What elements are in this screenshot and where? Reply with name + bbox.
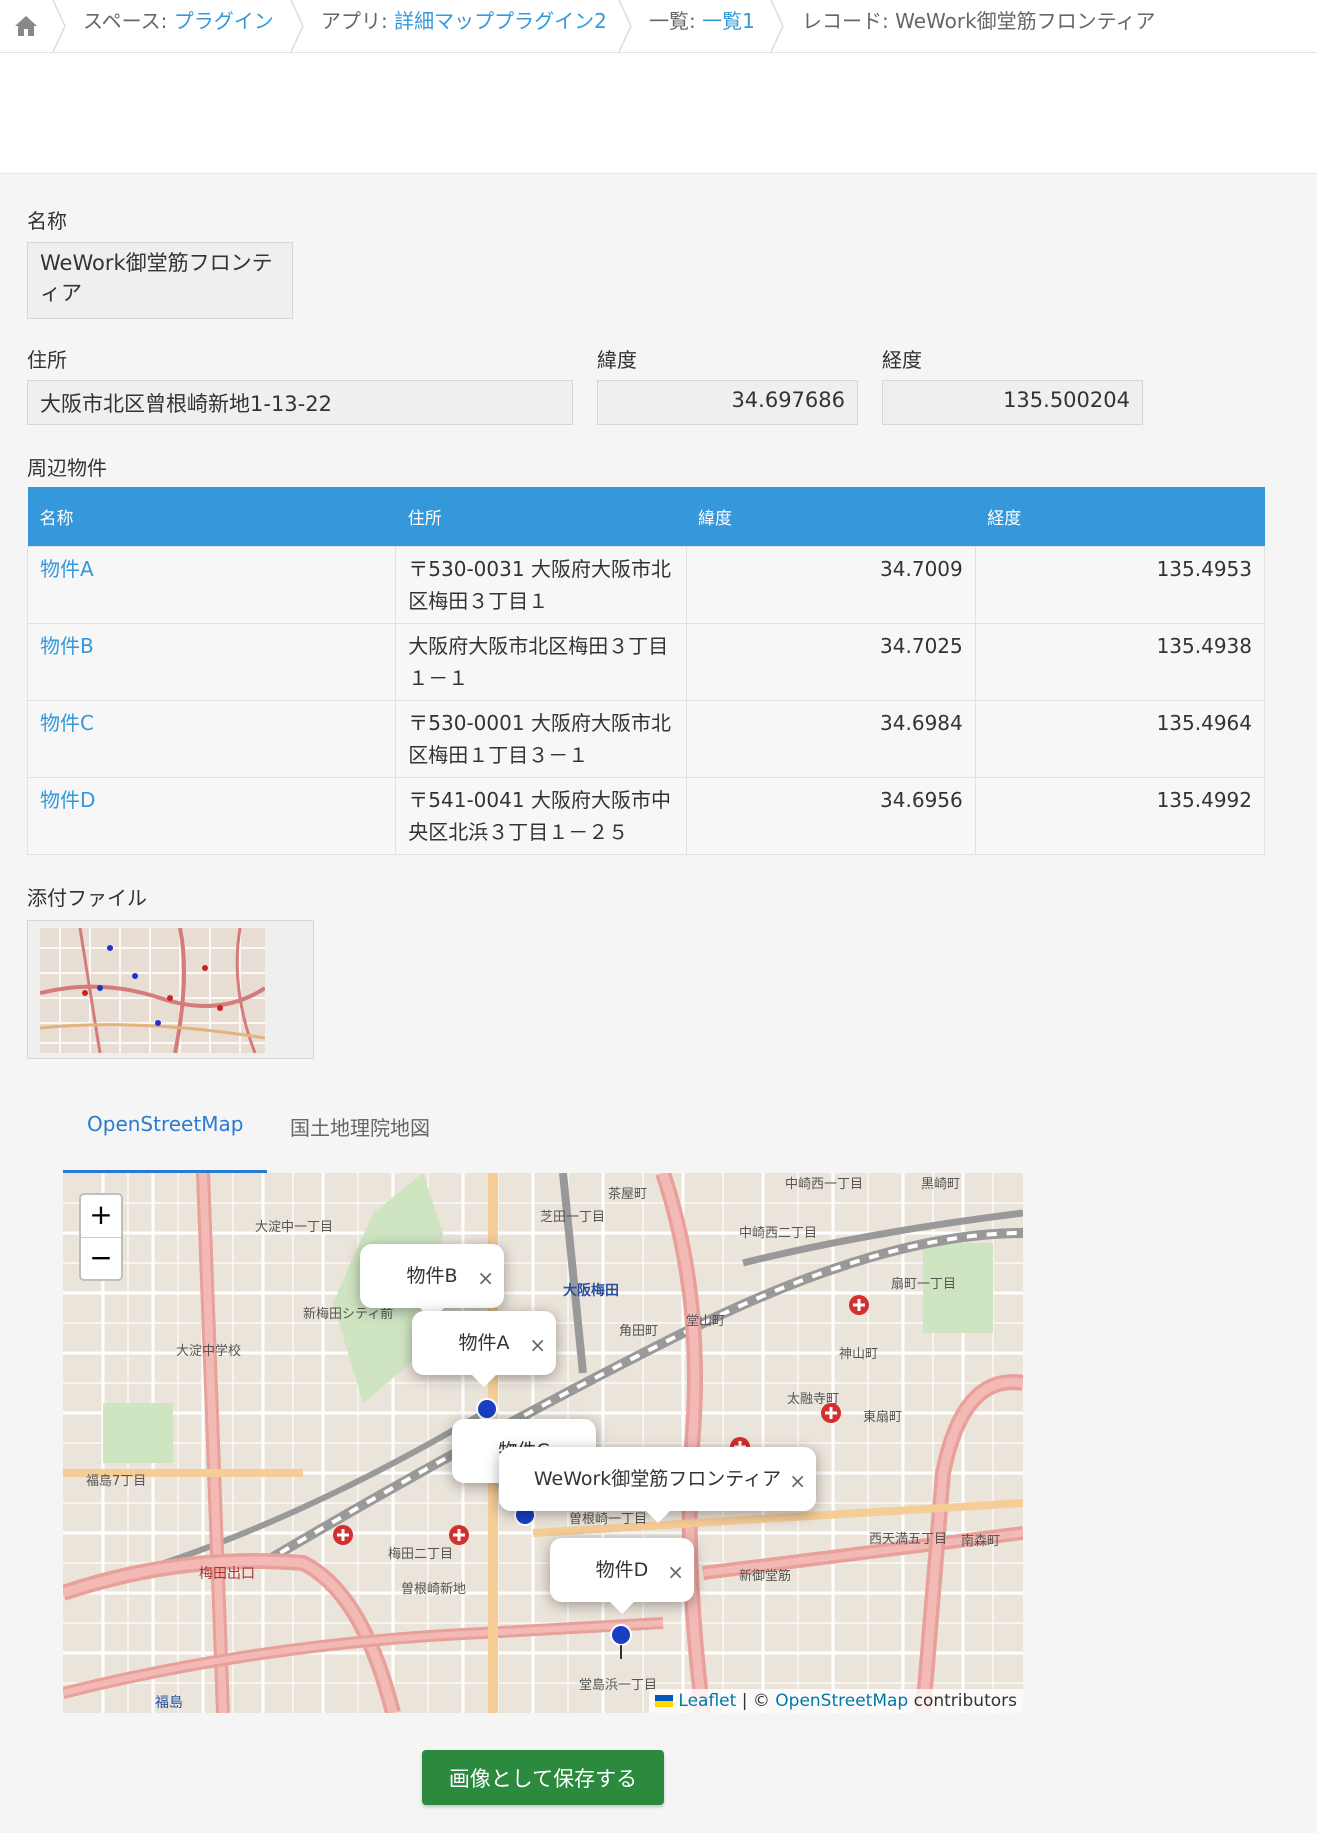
map-label: 堂山町 (686, 1314, 725, 1329)
table-header-row: 名称 住所 緯度 経度 (27, 487, 1265, 547)
popup-property-b: 物件B × (360, 1244, 504, 1320)
latitude-label: 緯度 (597, 348, 637, 372)
map-label: 西天満五丁目 (869, 1532, 947, 1547)
home-icon[interactable] (0, 0, 52, 52)
map-label: 曽根崎新地 (401, 1581, 466, 1597)
longitude-label: 経度 (882, 348, 922, 372)
map-label: 堂島浜一丁目 (579, 1678, 657, 1693)
popup-property-a: 物件A × (412, 1311, 556, 1387)
tab-gsi-map[interactable]: 国土地理院地図 (290, 1112, 430, 1141)
breadcrumb-separator (52, 0, 66, 52)
save-as-image-button[interactable]: 画像として保存する (422, 1750, 664, 1805)
zoom-out-button[interactable]: − (81, 1238, 121, 1280)
space-link[interactable]: プラグイン (174, 9, 274, 33)
close-icon[interactable]: × (789, 1449, 806, 1513)
latitude-cell: 34.7025 (685, 623, 976, 701)
map-label: 太融寺町 (787, 1392, 839, 1407)
table-row: 物件B 大阪府大阪市北区梅田３丁目１－１ 34.7025 135.4938 (26, 623, 1266, 701)
map-label: 扇町一丁目 (891, 1276, 956, 1292)
map-label: 福島7丁目 (86, 1474, 146, 1489)
attachment-label: 添付ファイル (27, 886, 147, 910)
map-label: 黒崎町 (921, 1177, 960, 1192)
map-label: 大阪梅田 (563, 1282, 619, 1299)
ukraine-flag-icon (655, 1695, 674, 1707)
address-cell: 〒541-0041 大阪府大阪市中央区北浜３丁目１－２５ (395, 777, 687, 855)
address-field: 大阪市北区曾根崎新地1-13-22 (27, 380, 573, 425)
breadcrumb-separator (290, 0, 304, 52)
table-row: 物件A 〒530-0031 大阪府大阪市北区梅田３丁目１ 34.7009 135… (26, 546, 1266, 624)
table-row: 物件C 〒530-0001 大阪府大阪市北区梅田１丁目３－１ 34.6984 1… (26, 700, 1266, 778)
tab-openstreetmap[interactable]: OpenStreetMap (87, 1112, 243, 1136)
map-label: 梅田二丁目 (388, 1547, 453, 1562)
map-label: 中崎西一丁目 (785, 1177, 863, 1192)
map-view[interactable]: 茶屋町 中崎西一丁目 黒崎町 芝田一丁目 大阪梅田 角田町 堂山町 中崎西二丁目… (63, 1173, 1023, 1713)
zoom-control: + − (79, 1193, 123, 1281)
latitude-cell: 34.6984 (685, 700, 976, 778)
subtable-label: 周辺物件 (27, 456, 107, 480)
address-cell: 〒530-0001 大阪府大阪市北区梅田１丁目３－１ (395, 700, 687, 778)
map-label: 神山町 (839, 1347, 878, 1362)
breadcrumb-record: レコード: WeWork御堂筋フロンティア (802, 9, 1156, 33)
map-label: 南森町 (961, 1533, 1000, 1549)
attachment-thumbnail[interactable] (40, 928, 265, 1053)
column-header-longitude: 経度 (975, 487, 1265, 547)
longitude-cell: 135.4992 (974, 777, 1266, 855)
longitude-field: 135.500204 (882, 380, 1143, 425)
breadcrumb-app: アプリ: 詳細マッププラグイン2 (321, 9, 607, 33)
breadcrumb-view: 一覧: 一覧1 (649, 9, 755, 33)
name-field: WeWork御堂筋フロンティア (27, 242, 293, 319)
map-label: 東扇町 (863, 1409, 902, 1425)
app-link[interactable]: 詳細マッププラグイン2 (394, 9, 607, 33)
breadcrumb-separator (618, 0, 632, 52)
map-label: 新梅田シティ前 (303, 1306, 393, 1322)
latitude-cell: 34.6956 (685, 777, 976, 855)
map-label: 茶屋町 (608, 1186, 647, 1202)
map-label: 中崎西二丁目 (739, 1226, 817, 1241)
breadcrumb-space: スペース: プラグイン (83, 9, 274, 33)
map-label: 大淀中一丁目 (255, 1220, 333, 1235)
popup-property-d: 物件D × (550, 1538, 694, 1614)
close-icon[interactable]: × (667, 1540, 684, 1604)
map-attribution: Leaflet | © OpenStreetMap contributors (649, 1689, 1023, 1713)
longitude-cell: 135.4953 (974, 546, 1266, 624)
latitude-field: 34.697686 (597, 380, 858, 425)
property-link[interactable]: 物件D (26, 777, 397, 855)
leaflet-link[interactable]: Leaflet (678, 1691, 736, 1711)
close-icon[interactable]: × (529, 1313, 546, 1377)
longitude-cell: 135.4938 (974, 623, 1266, 701)
column-header-name: 名称 (27, 487, 396, 547)
address-cell: 〒530-0031 大阪府大阪市北区梅田３丁目１ (395, 546, 687, 624)
popup-wework: WeWork御堂筋フロンティア × (499, 1447, 816, 1523)
close-icon[interactable]: × (477, 1246, 494, 1310)
address-label: 住所 (27, 348, 67, 372)
breadcrumb: スペース: プラグイン アプリ: 詳細マッププラグイン2 一覧: 一覧1 レコー… (0, 0, 1317, 53)
zoom-in-button[interactable]: + (81, 1195, 121, 1238)
map-label: 新御堂筋 (739, 1568, 791, 1584)
view-link[interactable]: 一覧1 (702, 9, 755, 33)
map-label: 大淀中学校 (176, 1343, 241, 1359)
map-label: 芝田一丁目 (540, 1209, 605, 1225)
property-link[interactable]: 物件A (26, 546, 397, 624)
map-label: 梅田出口 (199, 1566, 255, 1582)
record-header-area (0, 53, 1317, 174)
latitude-cell: 34.7009 (685, 546, 976, 624)
property-link[interactable]: 物件B (26, 623, 397, 701)
map-label: 曽根崎一丁目 (569, 1512, 647, 1527)
osm-link[interactable]: OpenStreetMap (775, 1691, 908, 1711)
name-label: 名称 (27, 209, 67, 233)
column-header-address: 住所 (395, 487, 687, 547)
longitude-cell: 135.4964 (974, 700, 1266, 778)
nearby-properties-table: 名称 住所 緯度 経度 物件A 〒530-0031 大阪府大阪市北区梅田３丁目１… (26, 487, 1266, 855)
attachment-field (27, 920, 314, 1059)
map-label: 角田町 (619, 1324, 658, 1339)
table-row: 物件D 〒541-0041 大阪府大阪市中央区北浜３丁目１－２５ 34.6956… (26, 777, 1266, 855)
map-label: 福島 (155, 1695, 183, 1711)
address-cell: 大阪府大阪市北区梅田３丁目１－１ (395, 623, 687, 701)
column-header-latitude: 緯度 (686, 487, 976, 547)
breadcrumb-separator (770, 0, 784, 52)
property-link[interactable]: 物件C (26, 700, 397, 778)
